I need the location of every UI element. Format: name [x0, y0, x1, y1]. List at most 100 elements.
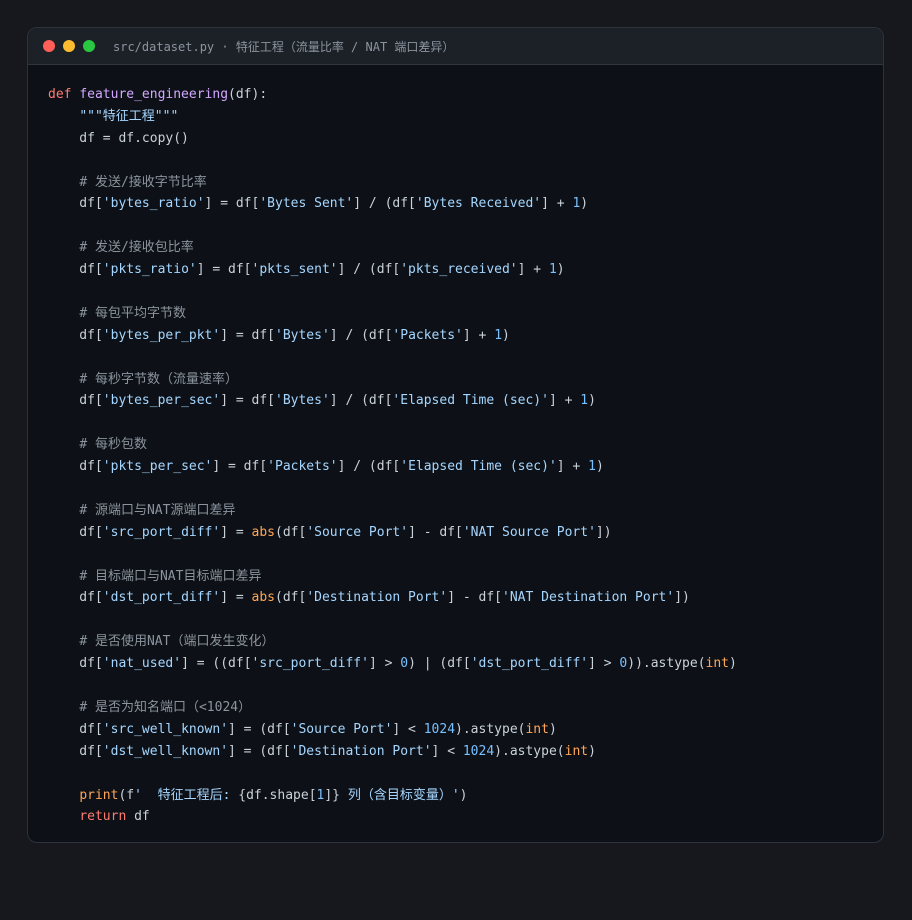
minimize-window-button[interactable]: [63, 40, 75, 52]
code-line: df['bytes_ratio'] = df['Bytes Sent'] / (…: [48, 193, 883, 215]
code-token: ] / (df[: [337, 262, 401, 278]
code-token: ): [588, 743, 596, 759]
code-token: (df[: [275, 590, 307, 606]
code-token: 'Destination Port': [290, 743, 432, 759]
window-titlebar: src/dataset.py · 特征工程（流量比率 / NAT 端口差异）: [28, 28, 883, 65]
code-window: src/dataset.py · 特征工程（流量比率 / NAT 端口差异） d…: [27, 27, 884, 843]
code-token: ): [580, 196, 589, 212]
code-token: 1: [494, 327, 503, 343]
code-editor[interactable]: def feature_engineering(df): """特征工程""" …: [28, 65, 883, 828]
code-token: 'Destination Port': [306, 590, 448, 606]
code-token: # 发送/接收包比率: [79, 240, 194, 256]
code-token: 1: [548, 262, 557, 278]
code-token: 'bytes_ratio': [102, 196, 205, 212]
code-token: ]): [674, 590, 690, 606]
code-token: # 是否为知名端口（<1024）: [79, 699, 252, 715]
code-line: df['src_well_known'] = (df['Source Port'…: [48, 719, 883, 741]
code-line: # 是否为知名端口（<1024）: [48, 697, 883, 719]
code-token: ] +: [548, 393, 581, 409]
code-token: ] = df[: [204, 196, 260, 212]
code-line: print(f' 特征工程后: {df.shape[1]} 列（含目标变量）'): [48, 785, 883, 807]
code-token: ] = df[: [220, 393, 275, 409]
code-token: 'pkts_per_sec': [102, 459, 213, 475]
code-token: def: [48, 87, 80, 102]
code-token: 'pkts_sent': [251, 262, 338, 278]
code-token: 'Elapsed Time (sec)': [392, 393, 549, 409]
code-token: 1: [588, 459, 596, 475]
code-token: # 每包平均字节数: [79, 305, 186, 321]
code-token: # 源端口与NAT源端口差异: [79, 502, 236, 518]
maximize-window-button[interactable]: [83, 40, 95, 52]
code-token: # 每秒字节数（流量速率）: [79, 371, 238, 387]
code-line: df['pkts_per_sec'] = df['Packets'] / (df…: [48, 456, 883, 478]
close-window-button[interactable]: [43, 40, 55, 52]
code-token: 'NAT Source Port': [462, 524, 596, 540]
code-token: ] = df[: [212, 459, 268, 475]
code-token: int: [705, 656, 730, 672]
code-token: 'Packets': [392, 327, 463, 343]
code-token: 'dst_well_known': [102, 743, 229, 759]
code-token: 1: [580, 393, 589, 409]
code-token: 'pkts_received': [400, 262, 518, 278]
code-token: 'bytes_per_sec': [102, 393, 221, 409]
code-token: ] +: [541, 196, 573, 212]
code-token: ).astype(: [455, 721, 526, 737]
code-line: # 源端口与NAT源端口差异: [48, 500, 883, 522]
code-token: ): [548, 721, 557, 737]
code-token: 1024: [462, 743, 495, 759]
code-token: 'pkts_ratio': [102, 262, 197, 278]
code-token: 0: [400, 656, 409, 672]
code-token: ] +: [517, 262, 549, 278]
code-token: ] <: [431, 743, 463, 759]
code-token: print: [79, 787, 119, 803]
code-token: 'Packets': [267, 459, 338, 475]
code-token: 'Elapsed Time (sec)': [400, 459, 557, 475]
code-token: ) | (df[: [408, 656, 471, 672]
code-token: 'src_port_diff': [102, 524, 221, 540]
code-token: )).astype(: [627, 656, 706, 672]
code-token: df[: [48, 262, 103, 278]
code-token: df[: [48, 743, 103, 759]
code-line: # 是否使用NAT（端口发生变化）: [48, 631, 883, 653]
code-token: # 发送/接收字节比率: [79, 174, 207, 190]
code-line: # 发送/接收字节比率: [48, 172, 883, 194]
code-token: {df.shape[: [238, 787, 317, 803]
code-token: ] = (df[: [228, 743, 291, 759]
code-token: ): [729, 656, 737, 672]
code-line: df['dst_well_known'] = (df['Destination …: [48, 741, 883, 763]
code-token: 'src_port_diff': [251, 656, 369, 672]
code-line: # 每包平均字节数: [48, 303, 883, 325]
code-token: (df):: [228, 87, 268, 102]
code-token: ): [502, 327, 510, 343]
code-token: abs: [251, 590, 275, 606]
code-line: # 目标端口与NAT目标端口差异: [48, 566, 883, 588]
code-token: ] =: [220, 524, 252, 540]
code-token: df[: [48, 590, 103, 606]
code-line: df['bytes_per_sec'] = df['Bytes'] / (df[…: [48, 390, 883, 412]
code-line: # 发送/接收包比率: [48, 237, 883, 259]
code-token: 'bytes_per_pkt': [102, 327, 221, 343]
code-token: ] = df[: [196, 262, 252, 278]
code-token: 'Bytes': [275, 393, 330, 409]
code-token: 'dst_port_diff': [470, 656, 589, 672]
code-line: return df: [48, 806, 883, 828]
code-token: ): [459, 787, 468, 803]
code-token: ).astype(: [494, 743, 565, 759]
